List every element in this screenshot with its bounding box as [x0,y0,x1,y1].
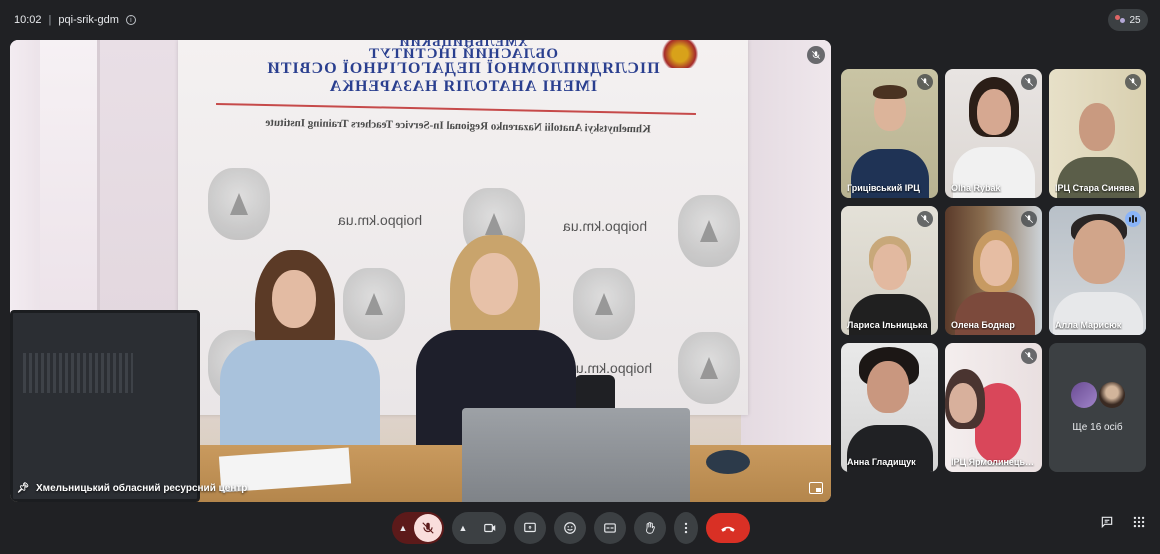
stage-participant-name: 📌︎ Хмельницький обласний ресурсний центр [17,482,248,494]
separator: | [48,14,52,26]
stage-name-label: Хмельницький обласний ресурсний центр [36,482,248,494]
mic-off-icon [917,74,933,90]
speaking-indicator-icon [1125,211,1141,227]
side-panel-icons [1100,515,1146,529]
banner-url: hoippo.km.ua [338,212,423,228]
more-vert-icon [684,522,688,534]
banner-line: ІМЕНІ АНАТОЛІЯ НАЗАРЕНКА [328,78,598,95]
avatar [1098,382,1125,408]
participant-name: ІРЦ Ярмолинецький [951,457,1038,467]
activities-icon[interactable] [1132,515,1146,529]
participant-count: 25 [1129,14,1141,26]
participant-tile[interactable]: Лариса Ільницька [841,206,938,335]
participant-tile[interactable]: ІРЦ Стара Синява [1049,69,1146,198]
mic-control: ▲ [392,512,444,544]
mic-off-icon [807,46,825,64]
participant-name: Грицівський ІРЦ [847,183,920,193]
mic-off-icon [422,522,434,534]
participant-name: Анна Гладищук [847,457,916,467]
chevron-up-icon[interactable]: ▲ [392,512,414,544]
participant-tile[interactable]: Olha Rybak [945,69,1042,198]
participants-button[interactable]: 25 [1108,9,1148,31]
banner-rule [216,102,696,116]
mic-off-icon [917,211,933,227]
chevron-up-icon[interactable]: ▲ [452,512,474,544]
window [40,40,100,330]
banner-url: hoippo.km.ua [563,218,648,234]
participants-avatars-icon [1115,15,1126,25]
mic-toggle-button[interactable] [414,514,442,542]
emblem-icon [678,332,740,404]
leave-call-button[interactable] [706,513,750,543]
participant-tile[interactable]: Анна Гладищук [841,343,938,472]
emoji-button[interactable] [554,512,586,544]
present-icon [524,522,536,533]
participant-tile[interactable]: Олена Боднар [945,206,1042,335]
hand-icon [646,521,655,534]
mic-off-icon [1021,211,1037,227]
camera-icon [484,523,496,533]
mic-off-icon [1021,348,1037,364]
laptop [462,408,690,502]
participant-name: ІРЦ Стара Синява [1055,183,1135,193]
emblem-icon [208,168,270,240]
info-icon[interactable]: i [125,15,136,25]
present-button[interactable] [514,512,546,544]
participant-name: Olha Rybak [951,183,1001,193]
monitor [10,310,200,502]
mic-off-icon [1021,74,1037,90]
mouse [706,450,750,474]
raise-hand-button[interactable] [634,512,666,544]
emblem-icon [678,195,740,267]
banner-english: Khmelnytskyi Anatolii Nazarenko Regional… [265,116,651,136]
meeting-code: pqi-srik-gdm [58,14,119,26]
participant-tile-speaking[interactable]: Алла Марисюк [1049,206,1146,335]
pin-icon[interactable]: 📌︎ [17,482,30,494]
camera-toggle-button[interactable] [474,512,506,544]
participant-name: Олена Боднар [951,320,1015,330]
more-participants-label: Ще 16 осіб [1072,422,1123,433]
captions-icon [604,523,616,533]
wall [741,40,831,460]
more-participants-tile[interactable]: Ще 16 осіб [1049,343,1146,472]
chat-icon[interactable] [1100,515,1114,529]
participant-tile[interactable]: Грицівський ІРЦ [841,69,938,198]
top-bar: 10:02 | pqi-srik-gdm i [0,0,1160,40]
banner-line: ПІСЛЯДИПЛОМНОЇ ПЕДАГОГІЧНОЇ ОСВІТИ [266,60,660,77]
more-avatars [1070,382,1125,408]
emoji-icon [564,522,576,534]
clock: 10:02 [14,14,42,26]
call-controls: ▲ ▲ [392,505,750,551]
more-options-button[interactable] [674,512,698,544]
participant-name: Лариса Ільницька [847,320,928,330]
expand-icon[interactable] [809,482,823,494]
captions-button[interactable] [594,512,626,544]
main-video-tile[interactable]: ХМЕЛЬНИЦЬКИЙ ОБЛАСНИЙ ІНСТИТУТ ПІСЛЯДИПЛ… [10,40,831,502]
participant-tile[interactable]: ІРЦ Ярмолинецький [945,343,1042,472]
call-end-icon [721,526,735,532]
mic-off-icon [1125,74,1141,90]
avatar [1070,382,1097,408]
participant-name: Алла Марисюк [1055,320,1122,330]
camera-control: ▲ [452,512,506,544]
